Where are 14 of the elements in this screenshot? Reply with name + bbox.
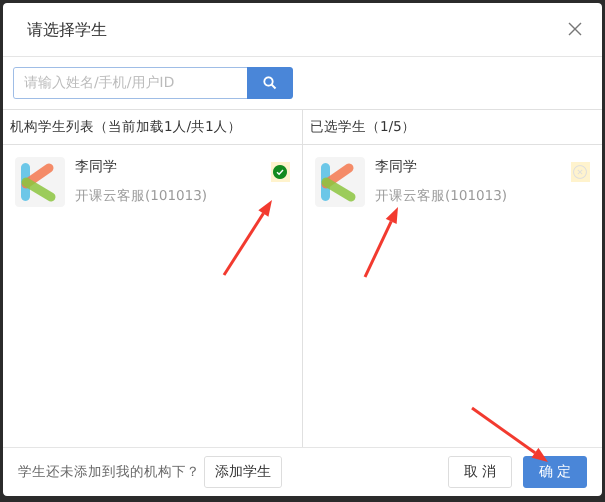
panel-header: 机构学生列表（当前加载1人/共1人） bbox=[3, 110, 302, 145]
student-detail: 开课云客服(101013) bbox=[375, 187, 508, 206]
student-name: 李同学 bbox=[75, 158, 118, 178]
student-name: 李同学 bbox=[375, 158, 418, 178]
student-item[interactable]: 李同学 开课云客服(101013) bbox=[3, 145, 302, 219]
add-student-button[interactable]: 添加学生 bbox=[204, 456, 282, 488]
panel-header: 已选学生（1/5） bbox=[303, 110, 602, 145]
student-detail: 开课云客服(101013) bbox=[75, 187, 208, 206]
confirm-button[interactable]: 确 定 bbox=[523, 456, 587, 488]
dialog-title: 请选择学生 bbox=[27, 18, 107, 40]
cancel-button[interactable]: 取 消 bbox=[448, 456, 512, 488]
search-field[interactable]: 请输入姓名/手机/用户ID bbox=[13, 67, 247, 99]
footer-hint: 学生还未添加到我的机构下？ bbox=[18, 462, 200, 482]
student-item[interactable]: 李同学 开课云客服(101013) bbox=[303, 145, 602, 219]
